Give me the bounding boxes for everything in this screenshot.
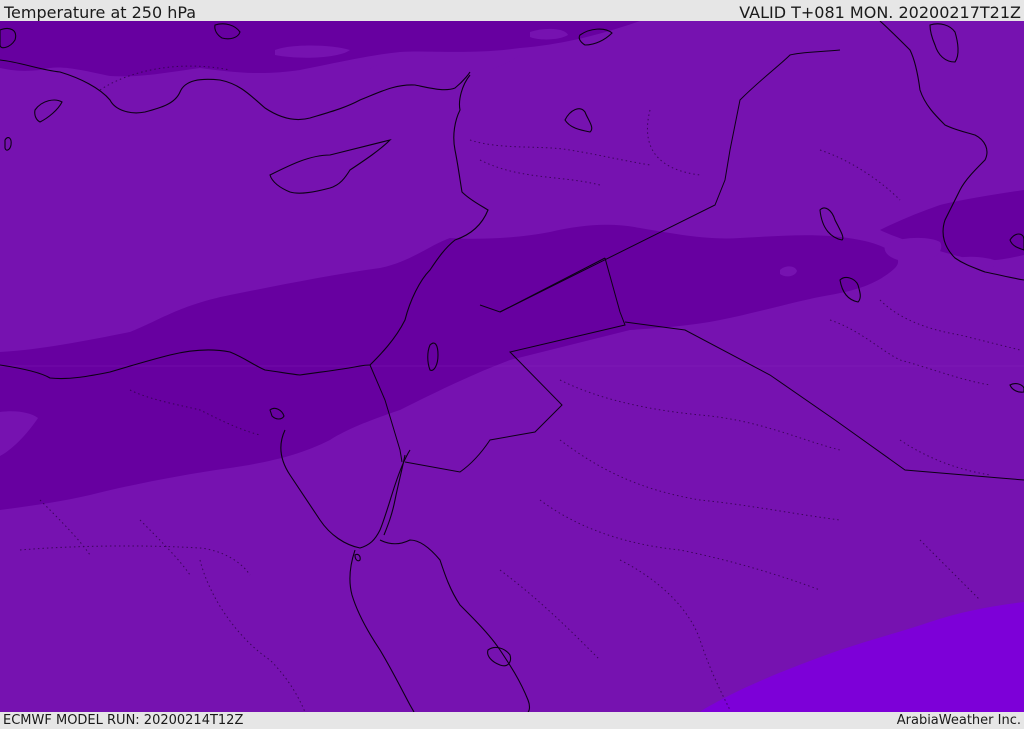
map-figure: Temperature at 250 hPa VALID T+081 MON. … xyxy=(0,0,1024,729)
valid-time-label: VALID T+081 MON. 20200217T21Z xyxy=(739,3,1021,22)
map-title: Temperature at 250 hPa xyxy=(4,3,197,22)
temperature-map xyxy=(0,21,1024,712)
credit-label: ArabiaWeather Inc. xyxy=(896,713,1021,728)
model-run-label: ECMWF MODEL RUN: 20200214T12Z xyxy=(3,713,244,728)
